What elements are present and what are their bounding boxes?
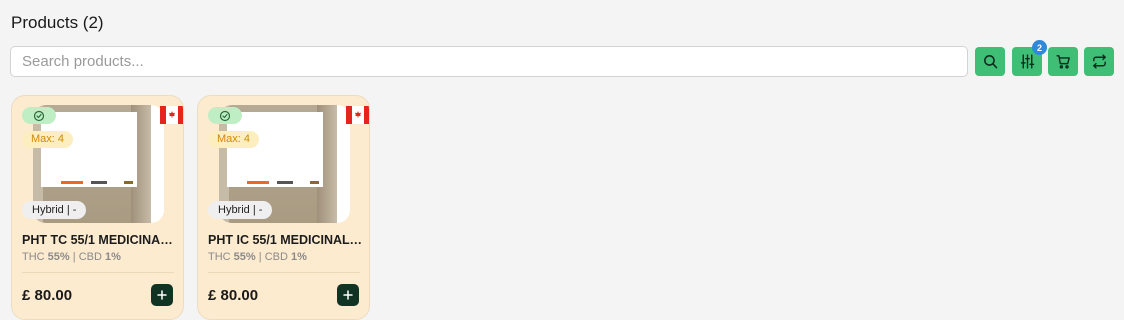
strain-badge: Hybrid | - [208, 201, 273, 219]
cbd-label: CBD [78, 251, 102, 263]
product-name[interactable]: PHT TC 55/1 MEDICINAL CANNABIS [22, 233, 177, 247]
cart-icon [1055, 55, 1070, 69]
search-field[interactable] [10, 46, 968, 77]
divider [22, 272, 174, 273]
product-price: £ 80.00 [22, 287, 73, 304]
filter-count-badge: 2 [1032, 40, 1047, 55]
thc-value: 55% [47, 251, 70, 263]
product-card[interactable]: Max: 4 Hybrid | - PHT IC 55/1 MEDICINAL … [197, 95, 370, 320]
separator: | [258, 251, 262, 263]
cbd-value: 1% [104, 251, 121, 263]
thc-label: THC [208, 251, 231, 263]
sliders-icon [1020, 54, 1034, 69]
plus-icon [157, 290, 167, 300]
cbd-value: 1% [290, 251, 307, 263]
thc-label: THC [22, 251, 45, 263]
cbd-label: CBD [264, 251, 288, 263]
plus-icon [343, 290, 353, 300]
swap-button[interactable] [1084, 47, 1114, 76]
add-to-cart-button[interactable] [151, 284, 173, 306]
product-name[interactable]: PHT IC 55/1 MEDICINAL CANNABIS [208, 233, 363, 247]
separator: | [72, 251, 76, 263]
cart-button[interactable] [1048, 47, 1078, 76]
check-circle-icon [219, 110, 231, 121]
add-to-cart-button[interactable] [337, 284, 359, 306]
cannabinoid-info: THC 55% | CBD 1% [22, 251, 121, 263]
divider [208, 272, 360, 273]
available-check-badge [22, 107, 56, 124]
cannabinoid-info: THC 55% | CBD 1% [208, 251, 307, 263]
thc-value: 55% [233, 251, 256, 263]
max-quantity-badge: Max: 4 [208, 131, 260, 148]
product-price: £ 80.00 [208, 287, 259, 304]
canada-flag-icon [346, 106, 369, 124]
search-button[interactable] [975, 47, 1005, 76]
repeat-icon [1092, 54, 1106, 69]
strain-badge: Hybrid | - [22, 201, 87, 219]
product-card[interactable]: Max: 4 Hybrid | - PHT TC 55/1 MEDICINAL … [11, 95, 184, 320]
canada-flag-icon [160, 106, 183, 124]
max-quantity-badge: Max: 4 [22, 131, 74, 148]
filter-button[interactable]: 2 [1012, 40, 1047, 76]
search-icon [983, 55, 997, 69]
available-check-badge [208, 107, 242, 124]
check-circle-icon [33, 110, 45, 121]
search-input[interactable] [11, 47, 967, 76]
page-title: Products (2) [11, 13, 104, 32]
